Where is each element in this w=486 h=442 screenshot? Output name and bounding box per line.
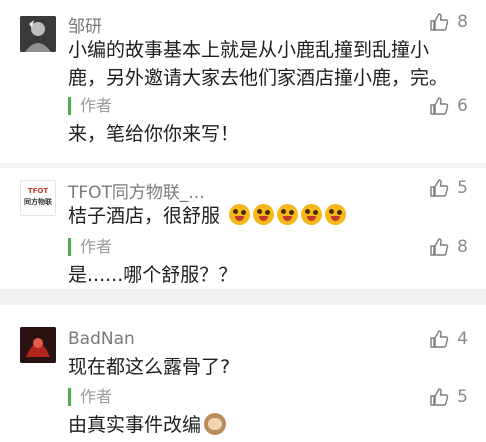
thumbs-up-outline-icon: [430, 97, 449, 115]
avatar[interactable]: TFOT 同方物联: [20, 180, 56, 216]
comment-card: 邹研 8 小编的故事基本上就是从小鹿乱撞到乱撞小 鹿，另外邀请大家去他们家酒店撞…: [0, 0, 486, 163]
like-button[interactable]: 4: [429, 329, 468, 349]
grinning-face-icon: [277, 204, 299, 225]
author-reply-label: 作者: [68, 387, 112, 407]
avatar[interactable]: [20, 16, 56, 52]
commenter-name[interactable]: TFOT同方物联_...: [68, 178, 205, 203]
like-count: 5: [457, 387, 468, 407]
thumbs-up-outline-icon: [430, 179, 449, 197]
comment-card: BadNan 4 现在都这么露骨了? 作者 5 由真实事件改编: [0, 305, 486, 442]
commenter-name[interactable]: 邹研: [68, 12, 102, 37]
thumbs-up-outline-icon: [430, 13, 449, 31]
avatar-image-icon: [20, 327, 56, 363]
avatar[interactable]: [20, 327, 56, 363]
reply-text-content: 由真实事件改编: [68, 414, 202, 436]
like-button[interactable]: 8: [429, 12, 468, 32]
grinning-face-icon: [325, 204, 347, 225]
reply-text: 来，笔给你你来写！: [68, 123, 240, 145]
thumbs-up-outline-icon: [430, 330, 449, 348]
avatar-logo-text: 同方物联: [24, 198, 52, 206]
reply-text: 是......哪个舒服？？: [68, 264, 238, 286]
like-count: 8: [457, 12, 468, 32]
like-button[interactable]: 8: [429, 237, 468, 257]
comment-text-line: 鹿，另外邀请大家去他们家酒店撞小鹿，完。: [68, 67, 449, 89]
grinning-face-icon: [301, 204, 323, 225]
thumbs-up-outline-icon: [430, 388, 449, 406]
comment-text-content: 桔子酒店，很舒服: [68, 205, 221, 227]
comment-text: 桔子酒店，很舒服: [68, 202, 347, 230]
avatar-logo-text: TFOT: [27, 187, 49, 195]
comment-text-line: 小编的故事基本上就是从小鹿乱撞到乱撞小: [68, 39, 430, 61]
reply-text: 由真实事件改编: [68, 411, 227, 439]
comment-text: 现在都这么露骨了?: [68, 356, 231, 378]
grinning-face-icon: [253, 204, 275, 225]
like-button[interactable]: 6: [429, 96, 468, 116]
see-no-evil-monkey-icon: [204, 413, 227, 435]
author-reply-label: 作者: [68, 237, 112, 257]
like-count: 8: [457, 237, 468, 257]
grinning-face-icon: [229, 204, 251, 225]
like-count: 5: [457, 178, 468, 198]
like-button[interactable]: 5: [429, 178, 468, 198]
like-count: 4: [457, 329, 468, 349]
commenter-name[interactable]: BadNan: [68, 329, 135, 349]
comment-card: TFOT 同方物联 TFOT同方物联_... 5 桔子酒店，很舒服 作者 8 是…: [0, 168, 486, 289]
avatar-image-icon: [20, 16, 56, 52]
emoji-row: [226, 204, 347, 227]
thumbs-up-outline-icon: [430, 238, 449, 256]
like-count: 6: [457, 96, 468, 116]
like-button[interactable]: 5: [429, 387, 468, 407]
author-reply-label: 作者: [68, 96, 112, 116]
